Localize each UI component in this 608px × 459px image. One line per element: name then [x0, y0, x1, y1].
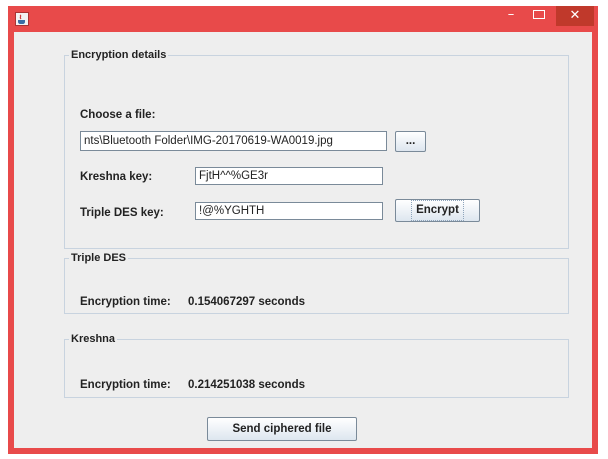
file-path-field[interactable]: nts\Bluetooth Folder\IMG-20170619-WA0019… [80, 131, 387, 151]
encryption-details-legend: Encryption details [71, 49, 167, 61]
choose-file-label: Choose a file: [80, 109, 156, 121]
kreshna-panel: Kreshna Encryption time: 0.214251038 sec… [64, 333, 569, 398]
triple-des-key-label: Triple DES key: [80, 207, 164, 219]
app-window: – ✕ Encryption details Choose a file: nt… [8, 6, 598, 454]
browse-button[interactable]: ... [395, 131, 426, 152]
content-pane: Encryption details Choose a file: nts\Bl… [14, 32, 592, 448]
maximize-button[interactable] [526, 6, 552, 26]
encrypt-button-label: Encrypt [411, 200, 464, 221]
triple-des-panel: Triple DES Encryption time: 0.154067297 … [64, 252, 569, 314]
kreshna-time-value: 0.214251038 seconds [188, 379, 306, 391]
maximize-icon [533, 10, 545, 19]
kreshna-time-label: Encryption time: [80, 379, 171, 391]
browse-button-label: ... [405, 135, 416, 147]
kreshna-key-label: Kreshna key: [80, 171, 153, 183]
kreshna-legend: Kreshna [71, 333, 116, 345]
triple-des-time-value: 0.154067297 seconds [188, 296, 306, 308]
title-bar[interactable]: – ✕ [8, 6, 598, 32]
send-ciphered-file-label: Send ciphered file [232, 423, 332, 435]
triple-des-key-field[interactable]: !@%YGHTH [195, 202, 383, 220]
send-ciphered-file-button[interactable]: Send ciphered file [207, 417, 357, 441]
minimize-button[interactable]: – [498, 6, 524, 26]
triple-des-time-label: Encryption time: [80, 296, 171, 308]
kreshna-key-field[interactable]: FjtH^^%GE3r [195, 167, 383, 185]
close-button[interactable]: ✕ [556, 6, 594, 26]
encrypt-button[interactable]: Encrypt [395, 199, 480, 222]
triple-des-legend: Triple DES [71, 252, 127, 264]
java-app-icon [15, 12, 29, 26]
encryption-details-panel: Encryption details Choose a file: nts\Bl… [64, 49, 569, 249]
